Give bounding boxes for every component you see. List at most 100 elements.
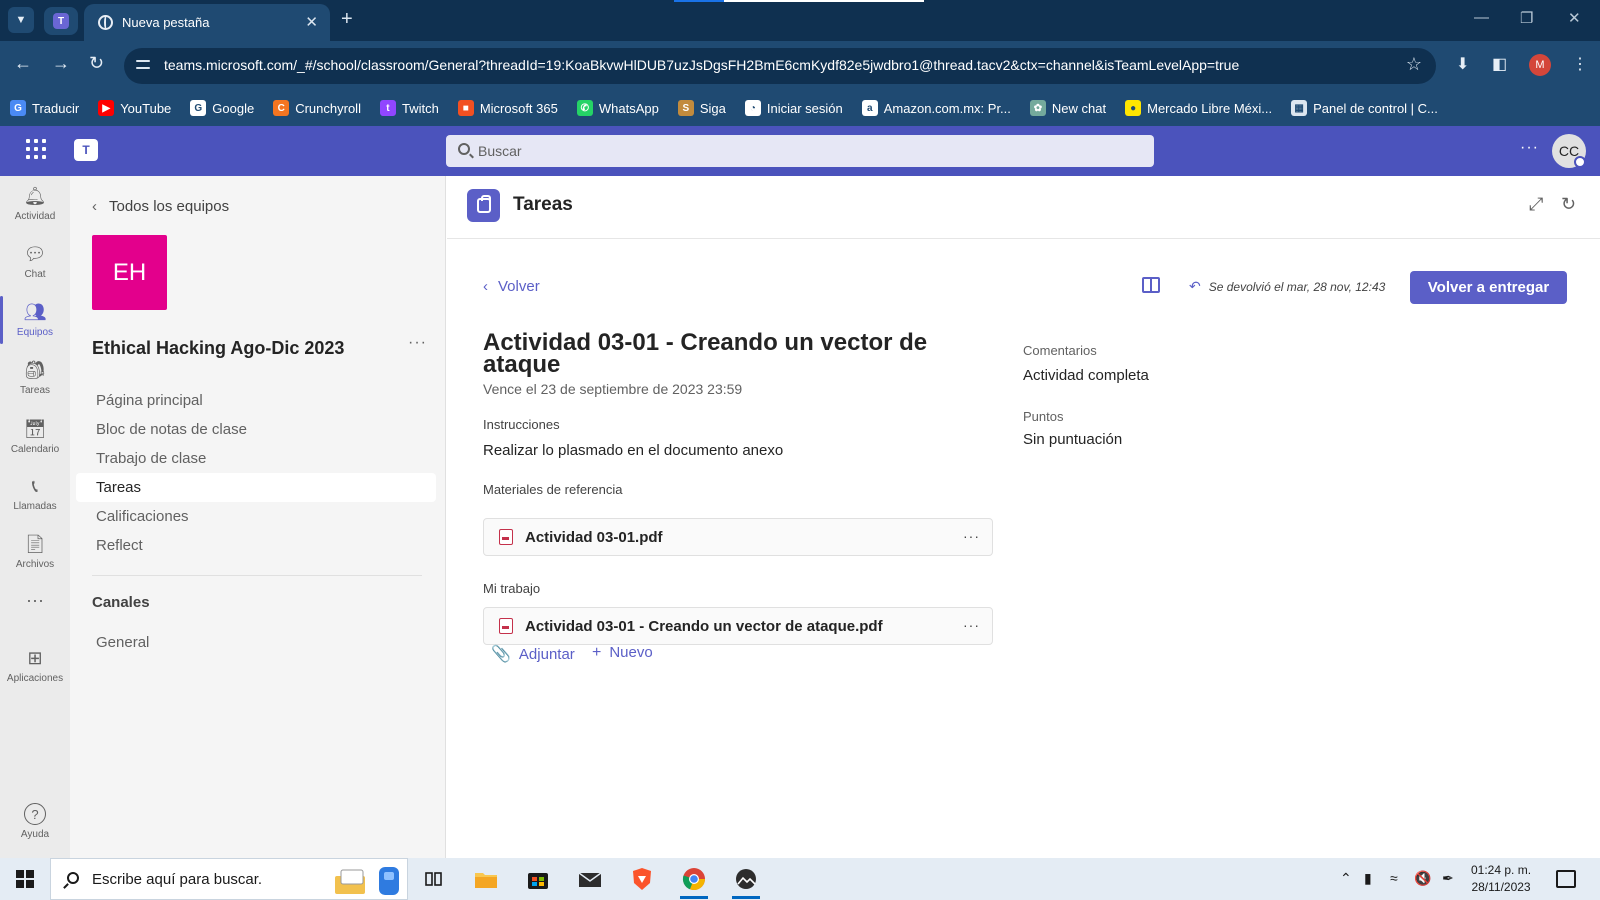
close-tab-icon[interactable]: ✕ xyxy=(305,13,318,31)
pinned-teams-tab[interactable]: T xyxy=(44,7,78,35)
rail-item-calendar[interactable]: 📅︎ Calendario xyxy=(0,409,70,465)
bookmark-item[interactable]: S Siga xyxy=(677,100,726,116)
file-more-options-icon[interactable]: ··· xyxy=(963,617,980,633)
bookmark-item[interactable]: G Traducir xyxy=(10,100,79,116)
battery-icon[interactable]: ▮ xyxy=(1364,870,1372,887)
site-info-icon[interactable] xyxy=(136,58,150,72)
rail-item-assignments[interactable]: 🎒︎ Tareas xyxy=(0,350,70,406)
file-explorer-icon[interactable] xyxy=(470,864,502,894)
address-bar[interactable]: teams.microsoft.com/_#/school/classroom/… xyxy=(124,48,1436,84)
browser-toolbar: ← → ↻ teams.microsoft.com/_#/school/clas… xyxy=(0,41,1600,90)
rail-item-chat[interactable]: 💬︎ Chat xyxy=(0,234,70,290)
notification-center-icon[interactable] xyxy=(1556,870,1576,888)
system-clock[interactable]: 01:24 p. m. 28/11/2023 xyxy=(1471,862,1531,896)
file-more-options-icon[interactable]: ··· xyxy=(963,528,980,544)
task-view-icon[interactable] xyxy=(418,864,450,894)
rail-item-label: Tareas xyxy=(19,385,50,396)
assignment-detail: ‹ Volver ↶ Se devolvió el mar, 28 nov, 12:… xyxy=(447,240,1600,858)
immersive-reader-icon[interactable] xyxy=(1142,277,1160,293)
my-work-file-name: Actividad 03-01 - Creando un vector de a… xyxy=(525,618,883,635)
restore-window-icon[interactable]: ❐ xyxy=(1520,9,1533,27)
more-options-icon[interactable]: ··· xyxy=(1520,139,1539,157)
team-nav-item[interactable]: Página principal xyxy=(76,386,436,415)
crunchyroll-icon: C xyxy=(273,100,290,116)
bookmark-label: Traducir xyxy=(32,100,80,116)
bookmark-item[interactable]: ▶ YouTube xyxy=(98,100,171,116)
rail-item-help[interactable]: ? Ayuda xyxy=(0,794,70,850)
team-nav-item[interactable]: Bloc de notas de clase xyxy=(76,415,436,444)
resubmit-button[interactable]: Volver a entregar xyxy=(1410,271,1567,304)
reference-file-card[interactable]: Actividad 03-01.pdf ··· xyxy=(483,518,993,556)
forward-arrow-icon[interactable]: → xyxy=(52,53,70,74)
microsoft-store-icon[interactable] xyxy=(522,864,554,894)
mail-icon[interactable] xyxy=(574,864,606,894)
photos-app-icon[interactable] xyxy=(730,864,762,899)
bookmark-star-icon[interactable]: ☆ xyxy=(1406,54,1422,75)
teams-icon: 👥︎ xyxy=(23,301,47,322)
tab-search-chevron-icon[interactable]: ▼ xyxy=(8,7,34,33)
browser-menu-icon[interactable]: ⋮ xyxy=(1572,54,1588,74)
bookmark-item[interactable]: a Amazon.com.mx: Pr... xyxy=(861,100,1011,116)
assignments-app-icon xyxy=(467,189,500,222)
expand-icon[interactable]: ⤢ xyxy=(1529,194,1543,215)
team-nav-item[interactable]: Trabajo de clase xyxy=(76,444,436,473)
rail-item-apps[interactable]: ⊞ Aplicaciones xyxy=(0,638,70,694)
channel-item[interactable]: General xyxy=(76,628,436,657)
loading-indicator-track xyxy=(724,0,924,2)
show-hidden-icons-chevron-icon[interactable]: ⌃ xyxy=(1340,870,1352,887)
reference-materials-label: Materiales de referencia xyxy=(483,482,623,497)
back-arrow-icon[interactable]: ← xyxy=(14,53,32,74)
brave-browser-icon[interactable] xyxy=(626,864,658,894)
bookmark-item[interactable]: ● Mercado Libre Méxi... xyxy=(1125,100,1272,116)
app-title: Tareas xyxy=(513,194,573,215)
team-avatar: EH xyxy=(92,235,167,310)
url-text: teams.microsoft.com/_#/school/classroom/… xyxy=(164,57,1240,73)
new-file-button[interactable]: + Nuevo xyxy=(592,644,653,662)
calendar-icon: 📅︎ xyxy=(23,418,47,439)
rail-item-teams[interactable]: 👥︎ Equipos xyxy=(0,292,70,348)
profile-avatar[interactable]: M xyxy=(1529,54,1551,76)
tab-active[interactable]: Nueva pestaña ✕ xyxy=(84,4,330,41)
clock-date: 28/11/2023 xyxy=(1471,880,1531,894)
attach-label: Adjuntar xyxy=(518,646,575,663)
wifi-icon[interactable]: ≈ xyxy=(1390,870,1398,886)
bookmark-item[interactable]: ▦ Panel de control | C... xyxy=(1291,100,1438,116)
side-panel-icon[interactable]: ◧ xyxy=(1492,54,1507,74)
bookmark-item[interactable]: ■ Microsoft 365 xyxy=(457,100,558,116)
rail-item-file[interactable]: 📄︎ Archivos xyxy=(0,524,70,580)
back-button[interactable]: ‹ Volver xyxy=(483,278,540,295)
team-nav-item[interactable]: Tareas xyxy=(76,473,436,502)
all-teams-link[interactable]: ‹ Todos los equipos xyxy=(92,198,229,215)
attach-button[interactable]: 📎 Adjuntar xyxy=(491,644,575,664)
taskbar-search-input[interactable]: Escribe aquí para buscar. xyxy=(50,858,408,900)
rail-item-bell[interactable]: 🔔︎ Actividad xyxy=(0,176,70,232)
new-tab-plus-icon[interactable]: + xyxy=(341,8,353,30)
volume-muted-icon[interactable]: 🔇 xyxy=(1414,870,1431,887)
my-work-label: Mi trabajo xyxy=(483,581,541,596)
minimize-window-icon[interactable]: — xyxy=(1474,9,1489,26)
comments-label: Comentarios xyxy=(1023,343,1097,358)
team-nav-item[interactable]: Calificaciones xyxy=(76,502,436,531)
my-work-file-card[interactable]: Actividad 03-01 - Creando un vector de a… xyxy=(483,607,993,645)
download-icon[interactable]: ⬇ xyxy=(1456,54,1469,74)
chrome-icon[interactable] xyxy=(678,864,710,899)
bookmark-item[interactable]: ✿ New chat xyxy=(1029,100,1106,116)
team-more-options-icon[interactable]: ··· xyxy=(408,334,427,352)
close-window-icon[interactable]: ✕ xyxy=(1568,9,1581,27)
bookmark-item[interactable]: ✆ WhatsApp xyxy=(576,100,659,116)
bookmark-item[interactable]: ◔ Iniciar sesión xyxy=(744,100,843,116)
divider xyxy=(92,575,422,576)
search-input[interactable]: Buscar xyxy=(446,135,1154,167)
bookmark-item[interactable]: t Twitch xyxy=(379,100,439,116)
windows-start-icon[interactable] xyxy=(16,870,34,888)
refresh-icon[interactable]: ↻ xyxy=(1561,194,1576,215)
pen-icon[interactable]: ✒ xyxy=(1442,870,1454,887)
team-nav-item[interactable]: Reflect xyxy=(76,531,436,560)
reload-icon[interactable]: ↻ xyxy=(89,53,104,74)
app-launcher-icon[interactable] xyxy=(26,139,46,159)
panel-icon: ▦ xyxy=(1291,100,1308,116)
rail-item-more[interactable]: ··· xyxy=(0,580,70,636)
bookmark-item[interactable]: G Google xyxy=(190,100,254,116)
rail-item-phone[interactable]: 📞︎ Llamadas xyxy=(0,466,70,522)
bookmark-item[interactable]: C Crunchyroll xyxy=(273,100,361,116)
